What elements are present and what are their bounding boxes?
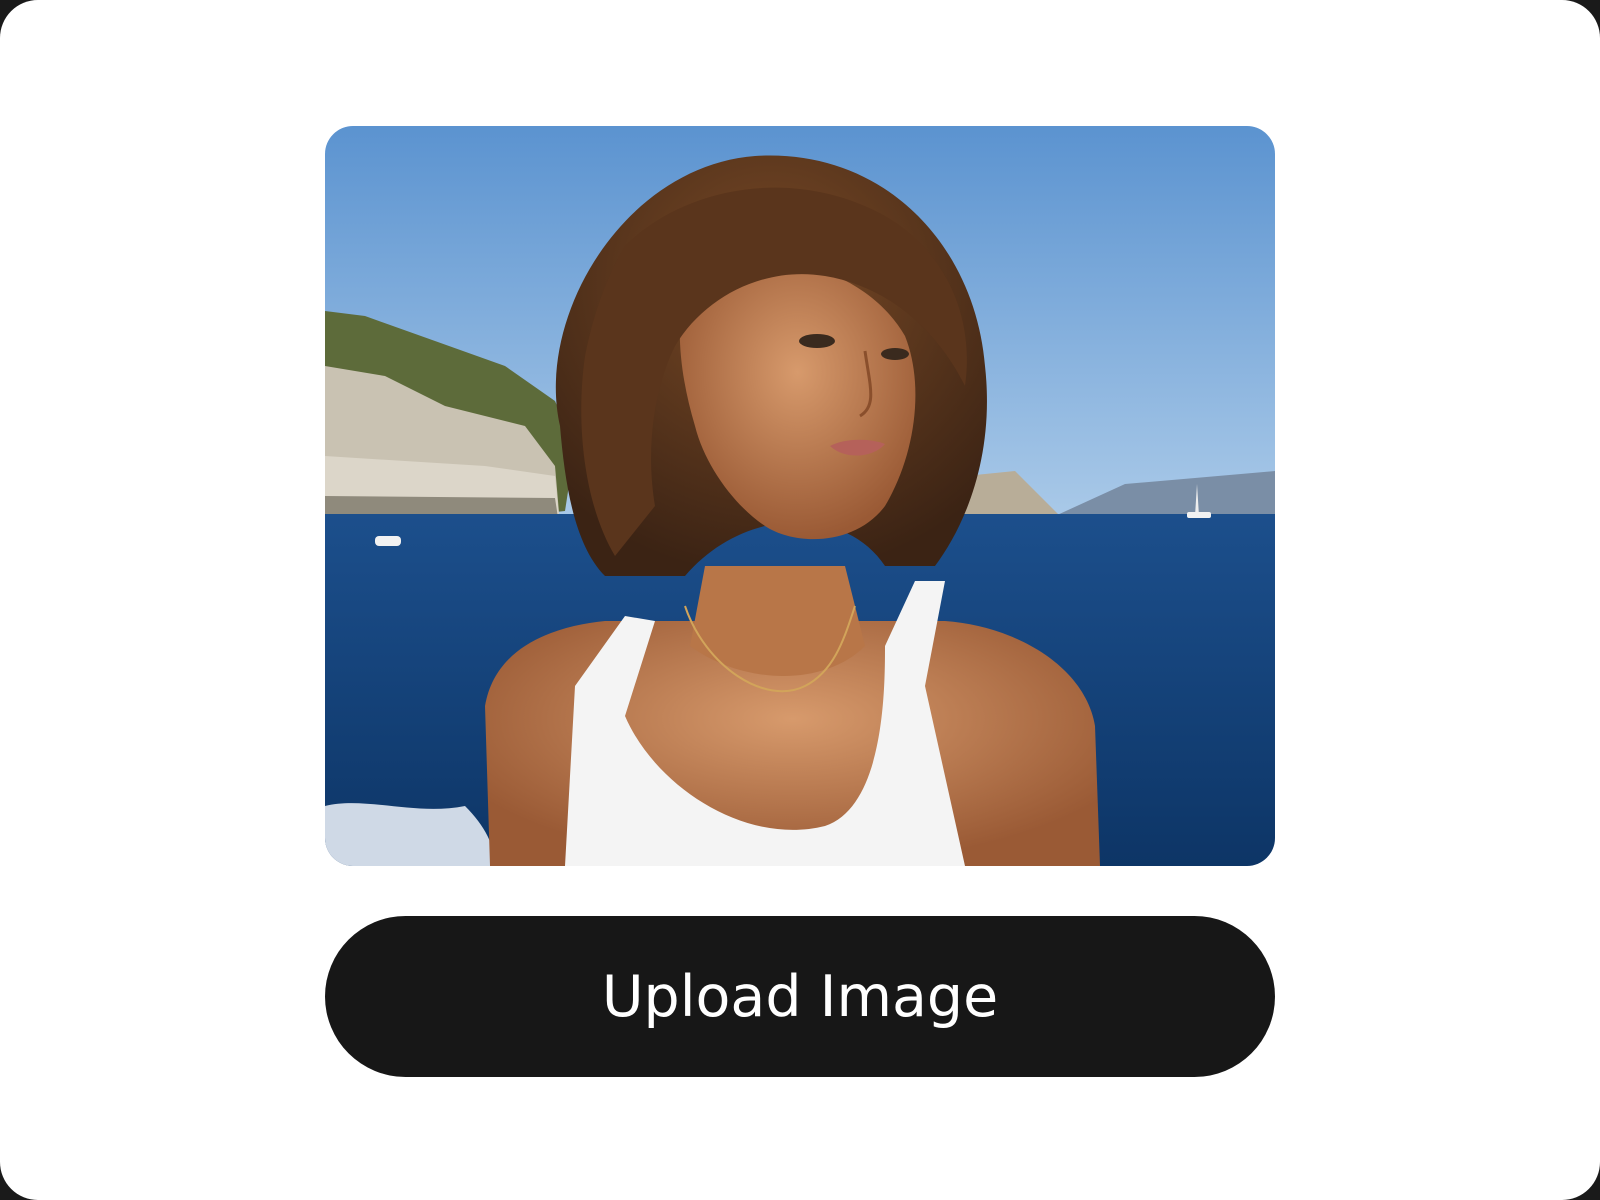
upload-card: Upload Image (0, 0, 1600, 1200)
portrait-photo (325, 126, 1275, 866)
image-preview (325, 126, 1275, 866)
upload-image-button[interactable]: Upload Image (325, 916, 1275, 1077)
upload-image-button-label: Upload Image (601, 963, 999, 1030)
